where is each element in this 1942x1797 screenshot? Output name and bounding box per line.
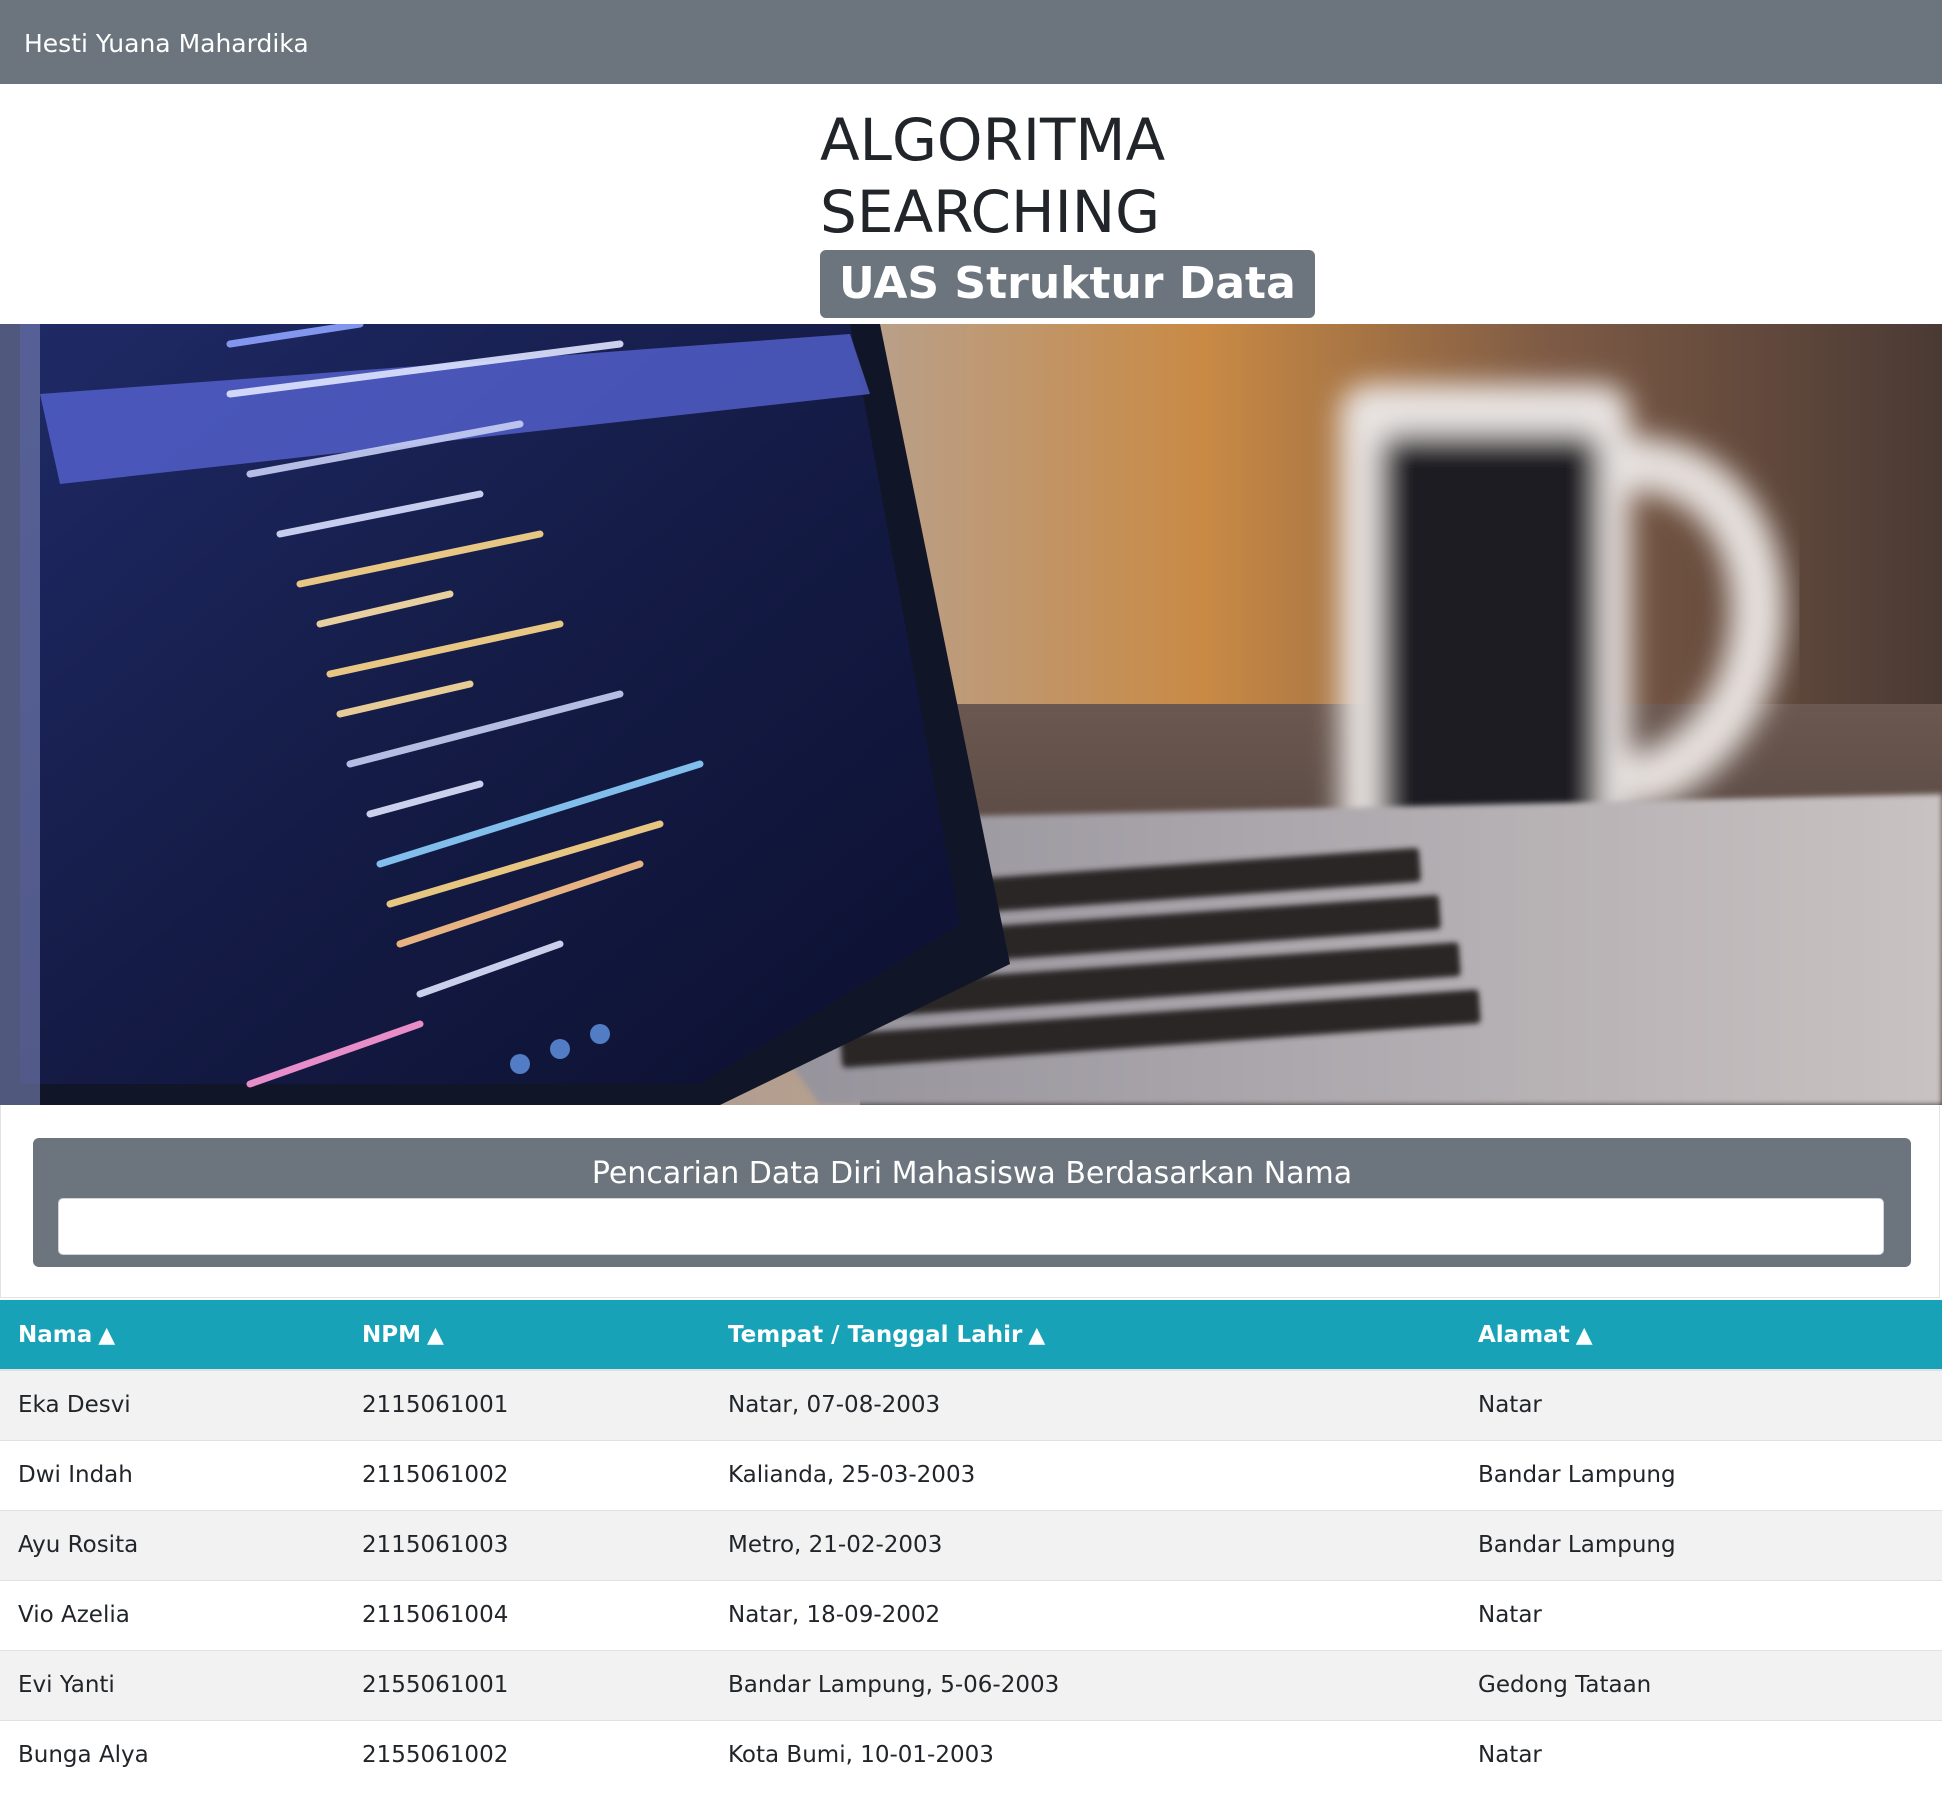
cell-nama: Eka Desvi [0, 1369, 344, 1440]
table-header-row: Nama ▲ NPM ▲ Tempat / Tanggal Lahir ▲ Alama… [0, 1300, 1942, 1371]
table-row: Vio Azelia 2115061004 Natar, 18-09-2002 … [0, 1579, 1942, 1650]
column-header-alamat[interactable]: Alamat ▲ [1460, 1300, 1942, 1371]
page-header: ALGORITMA SEARCHING UAS Struktur Data [820, 104, 1315, 318]
cell-ttl: Kalianda, 25-03-2003 [710, 1439, 1460, 1510]
page-title-line-1: ALGORITMA [820, 106, 1166, 174]
cell-ttl: Metro, 21-02-2003 [710, 1509, 1460, 1580]
student-table: Nama ▲ NPM ▲ Tempat / Tanggal Lahir ▲ Alama… [0, 1300, 1942, 1790]
cell-npm: 2115061003 [344, 1509, 710, 1580]
navbar: Hesti Yuana Mahardika [0, 0, 1942, 84]
sort-up-icon: ▲ [1028, 1322, 1046, 1348]
page: Hesti Yuana Mahardika ALGORITMA SEARCHIN… [0, 0, 1942, 1797]
table-row: Bunga Alya 2155061002 Kota Bumi, 10-01-2… [0, 1719, 1942, 1790]
cell-alamat: Natar [1460, 1579, 1942, 1650]
cell-npm: 2155061001 [344, 1649, 710, 1720]
cell-npm: 2115061004 [344, 1579, 710, 1650]
table-row: Evi Yanti 2155061001 Bandar Lampung, 5-0… [0, 1649, 1942, 1720]
search-input[interactable] [58, 1198, 1884, 1255]
search-panel: Pencarian Data Diri Mahasiswa Berdasarka… [33, 1138, 1911, 1267]
cell-ttl: Kota Bumi, 10-01-2003 [710, 1719, 1460, 1790]
cell-nama: Bunga Alya [0, 1719, 344, 1790]
column-header-npm[interactable]: NPM ▲ [344, 1300, 710, 1371]
cell-nama: Evi Yanti [0, 1649, 344, 1720]
cell-nama: Ayu Rosita [0, 1509, 344, 1580]
search-card: Pencarian Data Diri Mahasiswa Berdasarka… [0, 1105, 1940, 1298]
sort-up-icon: ▲ [98, 1322, 116, 1348]
cell-alamat: Bandar Lampung [1460, 1509, 1942, 1580]
column-header-label: Alamat [1478, 1321, 1570, 1348]
table-row: Ayu Rosita 2115061003 Metro, 21-02-2003 … [0, 1509, 1942, 1580]
cell-ttl: Natar, 07-08-2003 [710, 1369, 1460, 1440]
sort-up-icon: ▲ [427, 1322, 444, 1348]
table-row: Eka Desvi 2115061001 Natar, 07-08-2003 N… [0, 1369, 1942, 1440]
page-title-line-2: SEARCHING [820, 178, 1161, 246]
cell-nama: Vio Azelia [0, 1579, 344, 1650]
sort-up-icon: ▲ [1575, 1322, 1593, 1348]
cell-alamat: Natar [1460, 1369, 1942, 1440]
navbar-brand[interactable]: Hesti Yuana Mahardika [24, 0, 309, 88]
cell-npm: 2115061001 [344, 1369, 710, 1440]
hero-image [0, 324, 1942, 1105]
column-header-label: NPM [362, 1321, 421, 1348]
column-header-label: Tempat / Tanggal Lahir [728, 1321, 1023, 1348]
search-label: Pencarian Data Diri Mahasiswa Berdasarka… [591, 1156, 1353, 1191]
cell-alamat: Gedong Tataan [1460, 1649, 1942, 1720]
table-row: Dwi Indah 2115061002 Kalianda, 25-03-200… [0, 1439, 1942, 1510]
cell-npm: 2155061002 [344, 1719, 710, 1790]
cell-npm: 2115061002 [344, 1439, 710, 1510]
column-header-ttl[interactable]: Tempat / Tanggal Lahir ▲ [710, 1300, 1460, 1371]
cell-alamat: Natar [1460, 1719, 1942, 1790]
cell-nama: Dwi Indah [0, 1439, 344, 1510]
cell-alamat: Bandar Lampung [1460, 1439, 1942, 1510]
column-header-nama[interactable]: Nama ▲ [0, 1300, 344, 1371]
subtitle-badge: UAS Struktur Data [820, 250, 1315, 318]
column-header-label: Nama [18, 1321, 93, 1348]
cell-ttl: Natar, 18-09-2002 [710, 1579, 1460, 1650]
cell-ttl: Bandar Lampung, 5-06-2003 [710, 1649, 1460, 1720]
